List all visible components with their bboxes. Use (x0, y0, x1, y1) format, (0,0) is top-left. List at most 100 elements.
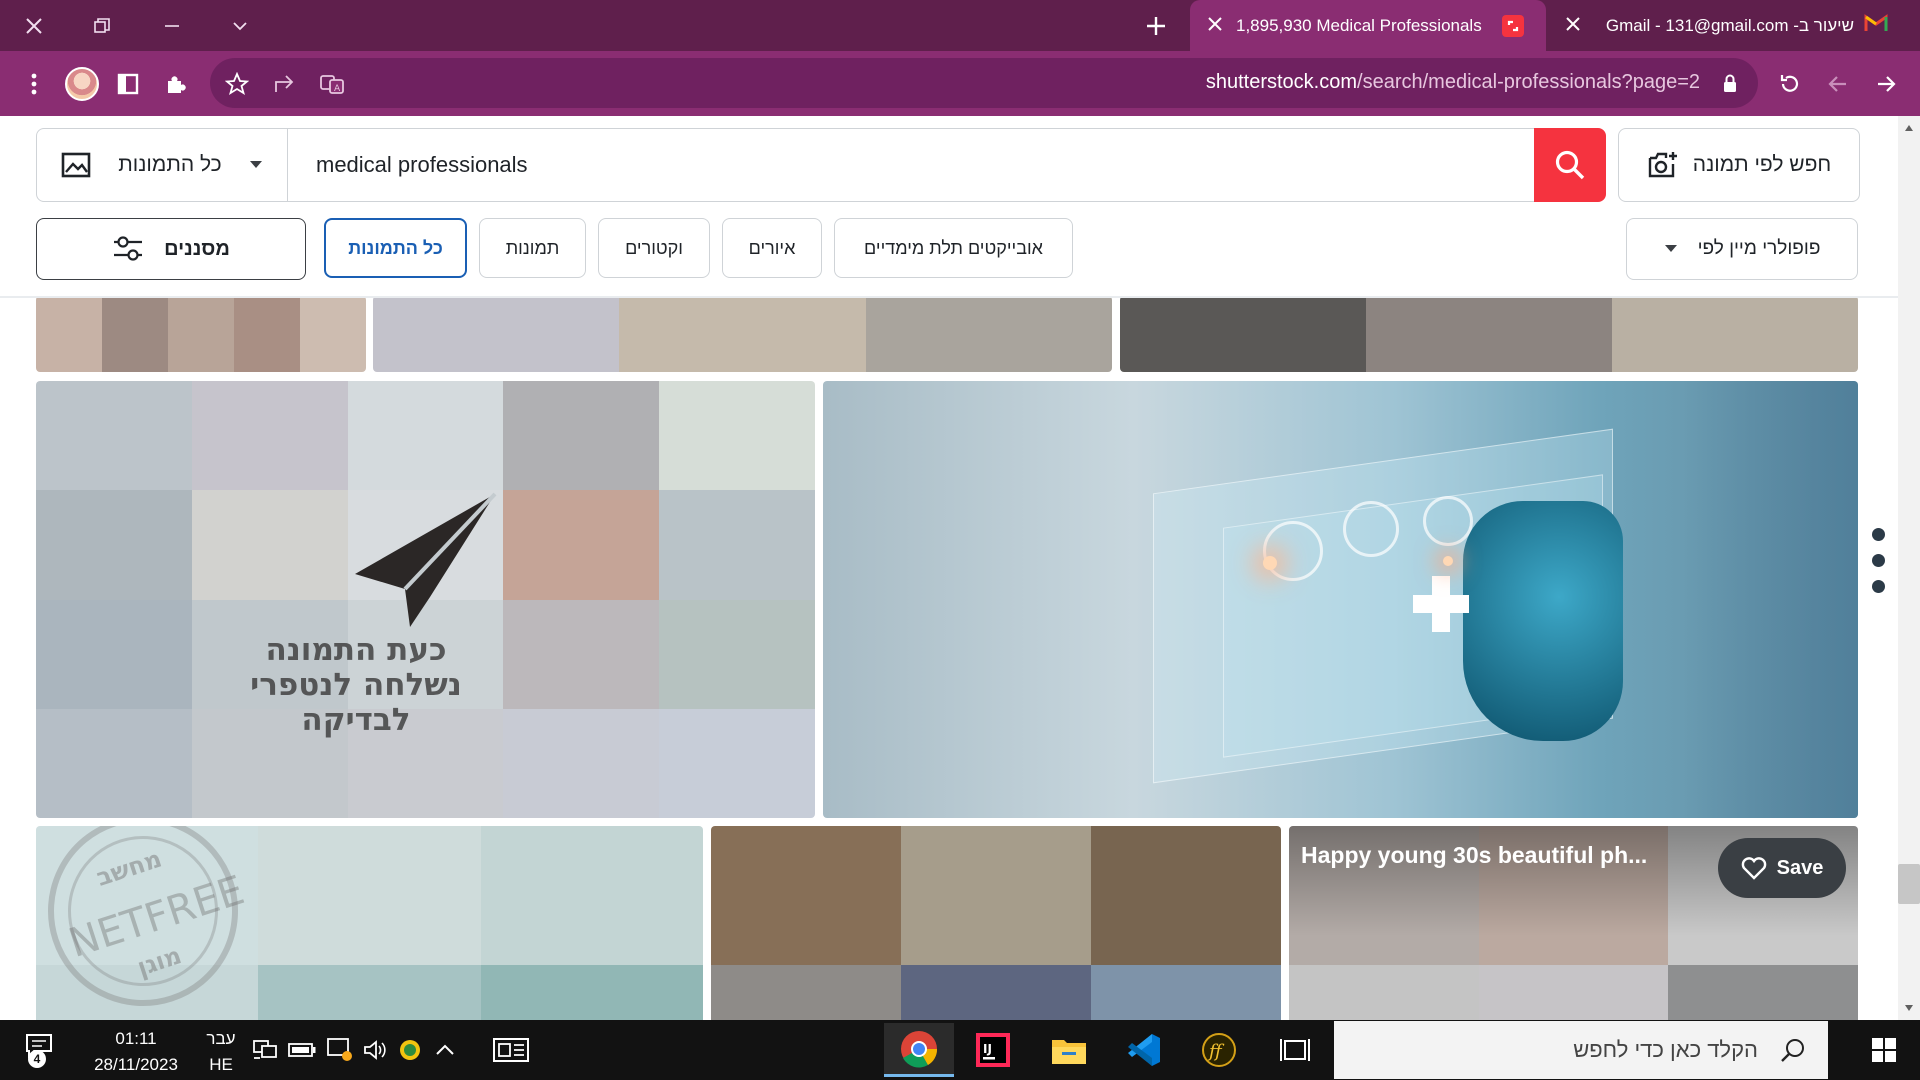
chip-label: וקטורים (625, 237, 683, 258)
avatar (65, 67, 99, 101)
image-tile-filtered[interactable]: מחשב NETFREE מוגן (36, 826, 703, 1020)
scrollbar-thumb[interactable] (1898, 864, 1920, 904)
arrow-right-icon (1878, 76, 1896, 92)
close-icon (1208, 16, 1222, 31)
news-widget-button[interactable] (492, 1036, 530, 1069)
side-panel-icon (117, 73, 139, 95)
puzzle-icon (168, 76, 186, 93)
image-tile-filtered[interactable] (711, 826, 1281, 1020)
back-button[interactable] (1816, 62, 1860, 106)
image-tile-filtered[interactable] (36, 296, 366, 372)
tab-shutterstock[interactable]: 1,895,930 Medical Professionals (1190, 0, 1546, 51)
medical-cross-icon (1413, 576, 1469, 632)
search-input[interactable]: medical professionals (288, 128, 1534, 202)
tab-title: שיעור ב- Gmail - 131@gmail.com (1605, 15, 1854, 35)
chip-photos[interactable]: תמונות (479, 218, 586, 278)
save-button[interactable]: Save (1718, 838, 1846, 898)
input-language[interactable]: עבר HE (200, 1026, 242, 1078)
search-icon (1555, 150, 1585, 180)
intellij-icon: IJ (976, 1033, 1010, 1067)
sort-value: פופולרי (1762, 238, 1821, 259)
windows-icon (1872, 1038, 1896, 1062)
chevron-up-icon (436, 1044, 454, 1055)
filters-button[interactable]: מסננים (36, 218, 306, 280)
taskbar-file-explorer[interactable] (1034, 1023, 1104, 1077)
image-type-label: כל התמונות (118, 153, 222, 176)
show-hidden-icons-button[interactable] (434, 1040, 456, 1065)
battery-icon[interactable] (288, 1042, 316, 1063)
more-vertical-icon (31, 73, 37, 95)
close-window-button[interactable] (16, 8, 52, 44)
chip-vectors[interactable]: וקטורים (598, 218, 710, 278)
taskbar-search-placeholder: הקלד כאן כדי לחפש (1573, 1037, 1758, 1062)
news-icon (493, 1038, 529, 1062)
filters-label: מסננים (164, 237, 230, 260)
language-code: HE (209, 1055, 233, 1074)
clock-time: 01:11 (115, 1029, 157, 1048)
caret-down-icon (1664, 245, 1677, 252)
reload-icon (1780, 75, 1799, 92)
taskbar-search-input[interactable]: הקלד כאן כדי לחפש (1334, 1021, 1828, 1079)
image-type-select[interactable]: כל התמונות (36, 128, 288, 202)
restore-window-button[interactable] (84, 8, 120, 44)
image-tile-filtered[interactable] (373, 296, 1112, 372)
taskbar-chrome[interactable] (884, 1023, 954, 1077)
taskbar-task-view[interactable] (1260, 1023, 1330, 1077)
chip-label: כל התמונות (348, 237, 443, 258)
forward-button[interactable] (1864, 62, 1908, 106)
start-button[interactable] (1848, 1020, 1920, 1080)
tab-close-button[interactable] (1566, 16, 1580, 36)
tab-gmail[interactable]: שיעור ב- Gmail - 131@gmail.com (1556, 0, 1920, 51)
blocked-message-line: כעת התמונה (265, 632, 447, 668)
vscode-icon (1128, 1034, 1160, 1066)
network-icon[interactable] (252, 1038, 278, 1067)
bookmark-button[interactable] (215, 62, 259, 106)
notification-center-button[interactable]: 4 (24, 1032, 64, 1072)
search-by-image-button[interactable]: חפש לפי תמונה (1618, 128, 1860, 202)
search-icon (1781, 1039, 1804, 1062)
reload-button[interactable] (1768, 62, 1812, 106)
volume-icon[interactable] (362, 1038, 388, 1067)
tab-close-button[interactable] (1208, 16, 1222, 36)
svg-text:A: A (334, 84, 341, 94)
gmail-icon (1864, 14, 1888, 37)
display-warning-icon[interactable] (326, 1036, 354, 1067)
translate-button[interactable]: A (310, 62, 354, 106)
share-button[interactable] (262, 62, 306, 106)
taskbar-vscode[interactable] (1108, 1023, 1178, 1077)
browser-menu-button[interactable] (12, 62, 56, 106)
search-by-image-label: חפש לפי תמונה (1692, 153, 1832, 176)
chip-all-images[interactable]: כל התמונות (324, 218, 467, 278)
site-info-button[interactable] (1708, 62, 1752, 106)
taskbar-font-app[interactable]: ff (1184, 1023, 1254, 1077)
chevron-down-icon (233, 22, 247, 31)
image-tile-medical-tech[interactable] (823, 381, 1858, 818)
chip-3d-objects[interactable]: אובייקטים תלת מימדיים (834, 218, 1073, 278)
star-icon (225, 72, 249, 95)
sort-select[interactable]: פופולרי מיין לפי (1626, 218, 1858, 280)
task-view-icon (1280, 1039, 1310, 1061)
header-divider (0, 296, 1898, 298)
image-tile-hovered[interactable]: Happy young 30s beautiful ph... Save (1289, 826, 1858, 1020)
blocked-message: כעת התמונה נשלחה לנטפרי לבדיקה (36, 633, 676, 738)
tab-search-button[interactable] (222, 8, 258, 44)
image-tile-blocked[interactable]: כעת התמונה נשלחה לנטפרי לבדיקה (36, 381, 815, 818)
side-panel-button[interactable] (106, 62, 150, 106)
taskbar-intellij[interactable]: IJ (958, 1023, 1028, 1077)
url-text[interactable]: shutterstock.com/search/medical-professi… (1206, 71, 1700, 94)
carousel-dots[interactable] (1872, 528, 1886, 593)
scroll-up-icon (1905, 125, 1913, 131)
clock[interactable]: 01:11 28/11/2023 (80, 1026, 192, 1078)
profile-button[interactable] (60, 62, 104, 106)
minimize-icon (165, 25, 179, 27)
chip-illustrations[interactable]: איורים (722, 218, 822, 278)
new-tab-button[interactable] (1138, 8, 1174, 44)
svg-text:IJ: IJ (983, 1042, 992, 1056)
tray-app-icon[interactable] (398, 1038, 422, 1067)
search-button[interactable] (1534, 128, 1606, 202)
minimize-window-button[interactable] (154, 8, 190, 44)
lock-icon (1724, 74, 1736, 92)
extensions-button[interactable] (154, 62, 198, 106)
image-tile-filtered[interactable] (1120, 296, 1858, 372)
sort-label: מיין לפי (1697, 238, 1757, 259)
